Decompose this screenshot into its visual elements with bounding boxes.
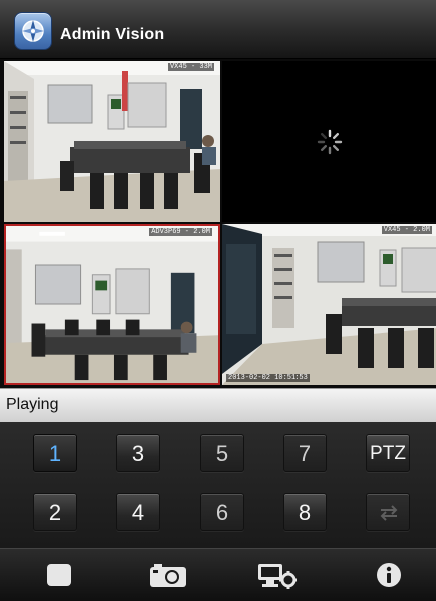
camera-feed-room	[4, 61, 220, 222]
app-header: Admin Vision	[0, 0, 436, 59]
camera-view-4[interactable]: VX45 - 2.0M 2013-02-02 10:51:53	[222, 224, 436, 385]
loading-spinner-icon	[317, 129, 343, 155]
channel-button-6[interactable]: 6	[200, 493, 244, 531]
channel-button-7[interactable]: 7	[283, 434, 327, 472]
device-settings-icon	[258, 564, 297, 589]
info-icon	[377, 563, 401, 587]
camera-feed-room	[222, 224, 436, 385]
channel-controls: 1 3 5 7 PTZ 2 4 6 8	[0, 422, 436, 548]
camera-icon	[150, 564, 186, 587]
channel-button-4[interactable]: 4	[116, 493, 160, 531]
channel-button-2[interactable]: 2	[33, 493, 77, 531]
snapshot-button[interactable]	[148, 561, 188, 589]
channel-button-5[interactable]: 5	[200, 434, 244, 472]
app-title: Admin Vision	[60, 26, 165, 43]
compass-icon	[14, 12, 52, 50]
info-button[interactable]	[374, 561, 404, 589]
channel-button-1[interactable]: 1	[33, 434, 77, 472]
ptz-button[interactable]: PTZ	[366, 434, 410, 472]
status-text: Playing	[6, 396, 59, 413]
camera-view-1[interactable]: VX45 - 33M	[4, 61, 220, 222]
bottom-toolbar	[0, 548, 436, 601]
camera-grid: VX45 - 33M ADV3P69 - 2.0M VX45 - 2.0M 20…	[0, 59, 436, 388]
stop-icon	[47, 564, 71, 586]
camera-label: VX45 - 2.0M	[381, 226, 432, 234]
camera-view-2[interactable]	[222, 61, 436, 222]
camera-timestamp: 2013-02-02 10:51:53	[226, 374, 310, 382]
camera-label: ADV3P69 - 2.0M	[149, 228, 212, 236]
device-settings-button[interactable]	[256, 561, 298, 589]
camera-label: VX45 - 33M	[167, 63, 214, 71]
channel-button-8[interactable]: 8	[283, 493, 327, 531]
swap-arrows-icon	[380, 505, 398, 521]
status-bar: Playing	[0, 388, 436, 423]
stop-button[interactable]	[44, 561, 74, 589]
channel-button-3[interactable]: 3	[116, 434, 160, 472]
camera-feed-room	[6, 226, 218, 383]
camera-view-3[interactable]: ADV3P69 - 2.0M	[4, 224, 220, 385]
swap-button[interactable]	[366, 493, 410, 531]
